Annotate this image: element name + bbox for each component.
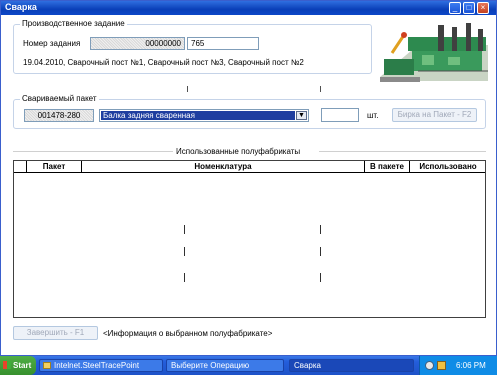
folder-icon (43, 362, 51, 369)
table-header: Пакет Номенклатура В пакете Использовано (14, 161, 485, 173)
separator-line (13, 151, 173, 152)
quantity-input[interactable] (321, 108, 359, 122)
grid-tick (184, 225, 185, 234)
column-header-in-package[interactable]: В пакете (364, 161, 409, 173)
taskbar-item-label: Intelnet.SteelTracePoint (54, 361, 140, 370)
welding-line-illustration (378, 17, 490, 85)
maximize-button[interactable]: □ (463, 2, 475, 14)
grid-tick (320, 225, 321, 234)
grid-tick (184, 273, 185, 282)
semi-products-table[interactable]: Пакет Номенклатура В пакете Использовано (13, 160, 486, 318)
title-bar[interactable]: Сварка _ □ × (1, 1, 496, 15)
semi-info-text: <Информация о выбранном полуфабрикате> (103, 329, 273, 338)
taskbar-item-welding[interactable]: Сварка (289, 359, 414, 372)
column-header-used[interactable]: Использовано (409, 161, 486, 173)
task-info-text: 19.04.2010, Сварочный пост №1, Сварочный… (23, 58, 304, 67)
finish-button[interactable]: Завершить - F1 (13, 326, 98, 340)
windows-logo-icon (3, 361, 11, 369)
separator-tick (320, 86, 321, 92)
tag-package-button[interactable]: Бирка на Пакет - F2 (392, 108, 477, 122)
separator-line (319, 151, 486, 152)
minimize-button[interactable]: _ (449, 2, 461, 14)
taskbar: Start Intelnet.SteelTracePoint Выберите … (0, 356, 497, 375)
package-item-selected: Балка задняя сваренная (101, 111, 295, 120)
start-label: Start (13, 361, 32, 370)
grid-tick (320, 247, 321, 256)
system-tray: 6:06 PM (419, 356, 497, 375)
task-legend: Производственное задание (20, 19, 127, 28)
package-code-field: 001478-280 (24, 109, 94, 122)
semi-legend: Использованные полуфабрикаты (176, 147, 301, 156)
grid-tick (184, 247, 185, 256)
start-button[interactable]: Start (0, 356, 36, 375)
task-number-field: 00000000 (90, 37, 185, 50)
taskbar-item-steeltracepoint[interactable]: Intelnet.SteelTracePoint (39, 359, 163, 372)
chevron-down-icon[interactable]: ▼ (296, 111, 307, 120)
row-selector-header (14, 161, 26, 173)
package-legend: Свариваемый пакет (20, 94, 99, 103)
window-title: Сварка (5, 2, 37, 12)
taskbar-item-label: Выберите Операцию (171, 361, 250, 370)
close-button[interactable]: × (477, 2, 489, 14)
grid-tick (320, 273, 321, 282)
clock[interactable]: 6:06 PM (456, 361, 486, 370)
package-item-combo[interactable]: Балка задняя сваренная ▼ (99, 109, 309, 122)
volume-icon[interactable] (437, 361, 446, 370)
task-number-label: Номер задания (23, 39, 81, 48)
taskbar-item-select-operation[interactable]: Выберите Операцию (166, 359, 284, 372)
task-suffix-field[interactable]: 765 (187, 37, 259, 50)
network-icon[interactable] (425, 361, 434, 370)
taskbar-item-label: Сварка (294, 361, 321, 370)
column-header-package[interactable]: Пакет (26, 161, 81, 173)
column-header-nomenclature[interactable]: Номенклатура (81, 161, 364, 173)
separator-tick (187, 86, 188, 92)
quantity-unit: шт. (367, 111, 379, 120)
app-window: Сварка _ □ × Производственное задание Но… (0, 0, 497, 356)
